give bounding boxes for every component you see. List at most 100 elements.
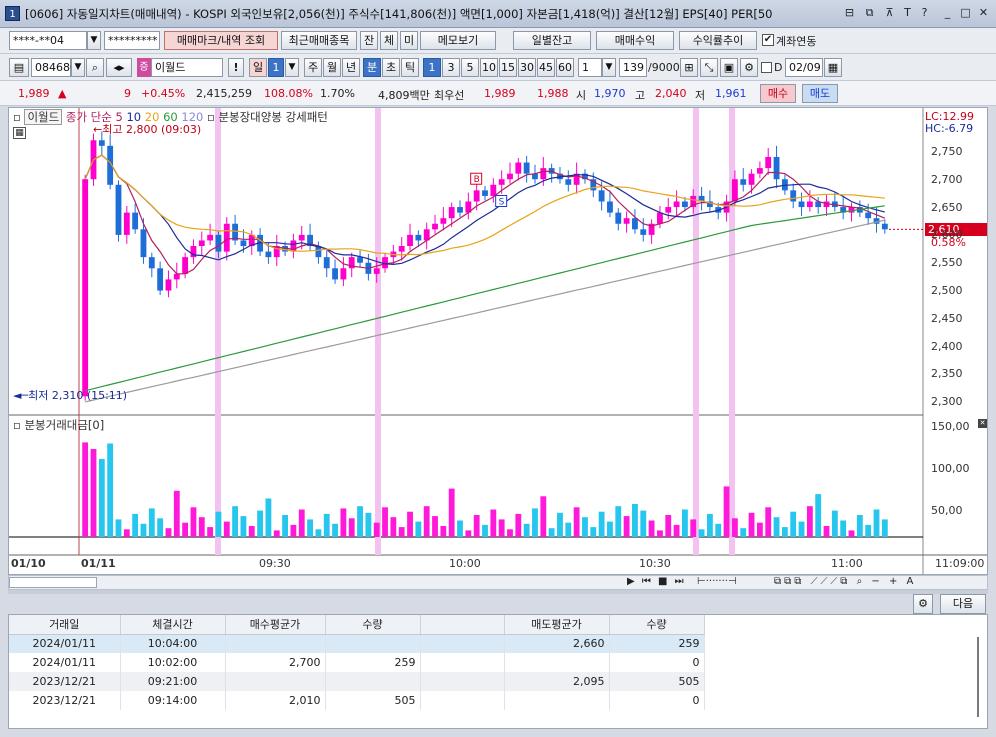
search-icon[interactable]: ⌕ (86, 58, 104, 77)
window-control-icon[interactable]: ⊟ (842, 5, 857, 21)
trade-profit-button[interactable]: 매매수익 (596, 31, 674, 50)
chevron-down-icon[interactable]: ▼ (285, 58, 299, 77)
interval-30[interactable]: 30 (518, 58, 536, 77)
chart-scrollbar[interactable] (9, 577, 97, 588)
table-row[interactable]: 2023/12/21 09:14:00 2,010 505 0 (9, 691, 705, 710)
volume-bar (165, 528, 172, 537)
gear-icon[interactable]: ⚙ (740, 58, 758, 77)
minimize-icon[interactable]: _ (940, 5, 955, 21)
tool-icon[interactable]: ⤡ (700, 58, 718, 77)
table-row[interactable]: 2024/01/11 10:02:00 2,700 259 0 (9, 653, 705, 672)
interval-60[interactable]: 60 (556, 58, 574, 77)
playback-controls[interactable]: ▶ ⏮ ■ ⏭ (627, 576, 686, 587)
tab-year[interactable]: 년 (342, 58, 360, 77)
indicator-icon[interactable]: ⊞ (680, 58, 698, 77)
volume-bar (831, 510, 838, 537)
candle-body (665, 207, 672, 213)
tab-balance[interactable]: 잔 (360, 31, 378, 50)
table-row[interactable]: 2023/12/21 09:21:00 2,095 505 (9, 672, 705, 691)
calendar-icon[interactable]: ▦ (824, 58, 842, 77)
candle-body (332, 268, 338, 280)
multiplier-input[interactable]: 1 (578, 58, 602, 77)
day-multiplier[interactable]: 1 (268, 58, 284, 77)
interval-3[interactable]: 3 (442, 58, 460, 77)
price-bar: 1,989 ▲ 9 +0.45% 2,415,259 108.08% 1.70%… (0, 81, 996, 106)
chevron-down-icon[interactable]: ▼ (87, 31, 101, 50)
window-control-icon[interactable]: ⧉ (862, 5, 877, 21)
tab-week[interactable]: 주 (304, 58, 322, 77)
tab-second[interactable]: 초 (382, 58, 400, 77)
zoom-slider[interactable]: ⊢·······⊣ (697, 576, 737, 587)
tab-month[interactable]: 월 (323, 58, 341, 77)
maximize-icon[interactable]: □ (958, 5, 973, 21)
interval-5[interactable]: 5 (461, 58, 479, 77)
drawing-tools[interactable]: ⧉⧉⧉ ⟋⟋⟋⧉ ⌕ − + A (774, 576, 916, 587)
table-row[interactable]: 2024/01/11 10:04:00 2,660 259 (9, 634, 705, 653)
menu-icon[interactable]: ▤ (9, 58, 29, 77)
next-button[interactable]: 다음 (940, 594, 986, 614)
volume-bar (523, 523, 530, 537)
password-input[interactable]: ********* (104, 31, 160, 50)
pin-icon[interactable]: ⊼ (882, 5, 897, 21)
splitter[interactable] (8, 590, 988, 594)
candle-body (215, 234, 222, 252)
table-cell: 0 (609, 691, 705, 710)
candle-body (682, 201, 688, 208)
count-input[interactable]: 139 (619, 58, 647, 77)
grid-toggle-icon[interactable]: ▦ (13, 127, 26, 139)
table-cell: 505 (325, 691, 421, 710)
chart-area[interactable]: SB ▫ 이월드 종가 단순 5 10 20 60 120 ▫ 분봉장대양봉 강… (8, 107, 988, 575)
interval-45[interactable]: 45 (537, 58, 555, 77)
high-price: 2,040 (655, 87, 687, 100)
stock-code-input[interactable]: 084680 (31, 58, 77, 77)
profit-trend-button[interactable]: 수익률추이 (679, 31, 757, 50)
tab-unexecuted[interactable]: 미 (400, 31, 418, 50)
gear-icon[interactable]: ⚙ (913, 594, 933, 614)
recent-trades-button[interactable]: 최근매매종목 (281, 31, 357, 50)
memo-button[interactable]: 메모보기 (420, 31, 496, 50)
stock-name-field[interactable]: 이월드 (151, 58, 223, 77)
trade-table: 거래일 체결시간 매수평균가 수량 매도평균가 수량 2024/01/11 10:… (9, 615, 705, 710)
table-scrollbar[interactable] (977, 637, 979, 717)
tab-tick[interactable]: 틱 (401, 58, 419, 77)
trade-mark-query-button[interactable]: 매매마크/내역 조회 (164, 31, 278, 50)
chart-stock-tag[interactable]: 이월드 (24, 109, 63, 125)
candle-body (523, 162, 530, 174)
buy-button[interactable]: 매수 (760, 84, 796, 103)
volume-tick-label: 100,00 (931, 462, 970, 475)
interval-10[interactable]: 10 (480, 58, 498, 77)
tab-executed[interactable]: 체 (380, 31, 398, 50)
volume-bar (615, 506, 622, 537)
low-note-text: 최저 2,310 (15:11) (28, 389, 128, 402)
alert-button[interactable]: ! (228, 58, 244, 77)
candle-body (132, 212, 139, 230)
chart-scroll-row: ▶ ⏮ ■ ⏭ ⊢·······⊣ ⧉⧉⧉ ⟋⟋⟋⧉ ⌕ − + A (8, 575, 988, 590)
date-input[interactable]: 02/09 (785, 58, 823, 77)
account-link-label: 계좌연동 (776, 35, 817, 48)
chevron-down-icon[interactable]: ▼ (71, 58, 85, 77)
help-icon[interactable]: ? (917, 5, 932, 21)
account-input[interactable]: ****-**04 (9, 31, 87, 50)
volume-bar (865, 524, 872, 537)
table-cell: 2023/12/21 (9, 672, 121, 691)
d-checkbox[interactable] (761, 62, 772, 73)
tab-minute[interactable]: 분 (363, 58, 381, 77)
chevron-down-icon[interactable]: ▼ (602, 58, 616, 77)
account-link-checkbox[interactable]: ✔ (762, 34, 774, 46)
sell-button[interactable]: 매도 (802, 84, 838, 103)
buy-marker-label: B (474, 175, 480, 185)
candlestick-chart[interactable]: SB (9, 108, 987, 574)
volume-bar (207, 527, 214, 537)
tab-day[interactable]: 일 (249, 58, 267, 77)
close-icon[interactable]: ✕ (976, 5, 991, 21)
interval-15[interactable]: 15 (499, 58, 517, 77)
font-icon[interactable]: T (900, 5, 915, 21)
speaker-icon[interactable]: ◂▸ (106, 58, 132, 77)
interval-1[interactable]: 1 (423, 58, 441, 77)
table-cell: 2023/12/21 (9, 691, 121, 710)
candle-body (607, 201, 613, 213)
volume-bar (473, 515, 480, 537)
close-icon[interactable]: ✕ (978, 419, 987, 428)
daily-balance-button[interactable]: 일별잔고 (513, 31, 591, 50)
save-icon[interactable]: ▣ (720, 58, 738, 77)
